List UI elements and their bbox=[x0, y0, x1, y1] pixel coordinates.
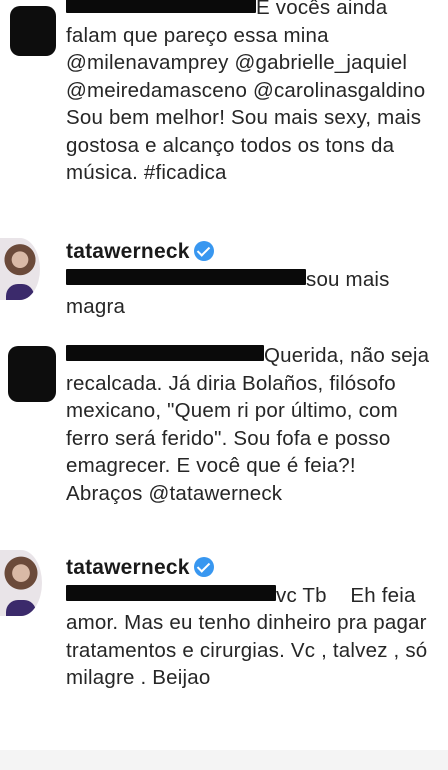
bottom-strip bbox=[0, 750, 448, 770]
redacted-username bbox=[66, 0, 256, 13]
comment-body: tatawerneck sou mais magra bbox=[66, 238, 436, 321]
username[interactable]: tatawerneck bbox=[66, 556, 190, 579]
comment-body: tatawerneck vc Tb Eh feia amor. Mas eu t… bbox=[66, 554, 436, 692]
comment-body: Querida, não seja recalcada. Já diria Bo… bbox=[66, 342, 436, 507]
avatar-redacted[interactable] bbox=[8, 346, 56, 402]
comment-text: Querida, não seja recalcada. Já diria Bo… bbox=[66, 344, 436, 505]
avatar-tatawerneck[interactable] bbox=[0, 238, 40, 300]
avatar-tatawerneck[interactable] bbox=[0, 550, 42, 616]
comment-body: E vocês ainda falam que pareço essa mina… bbox=[66, 0, 436, 187]
comment-text: E vocês ainda falam que pareço essa mina… bbox=[66, 0, 432, 184]
avatar-redacted[interactable] bbox=[10, 6, 56, 56]
redacted-mention bbox=[66, 268, 306, 285]
verified-badge-icon bbox=[193, 557, 214, 577]
redacted-username bbox=[66, 345, 264, 361]
redacted-mention bbox=[66, 584, 276, 601]
verified-badge-icon bbox=[193, 241, 214, 261]
username[interactable]: tatawerneck bbox=[66, 240, 190, 263]
